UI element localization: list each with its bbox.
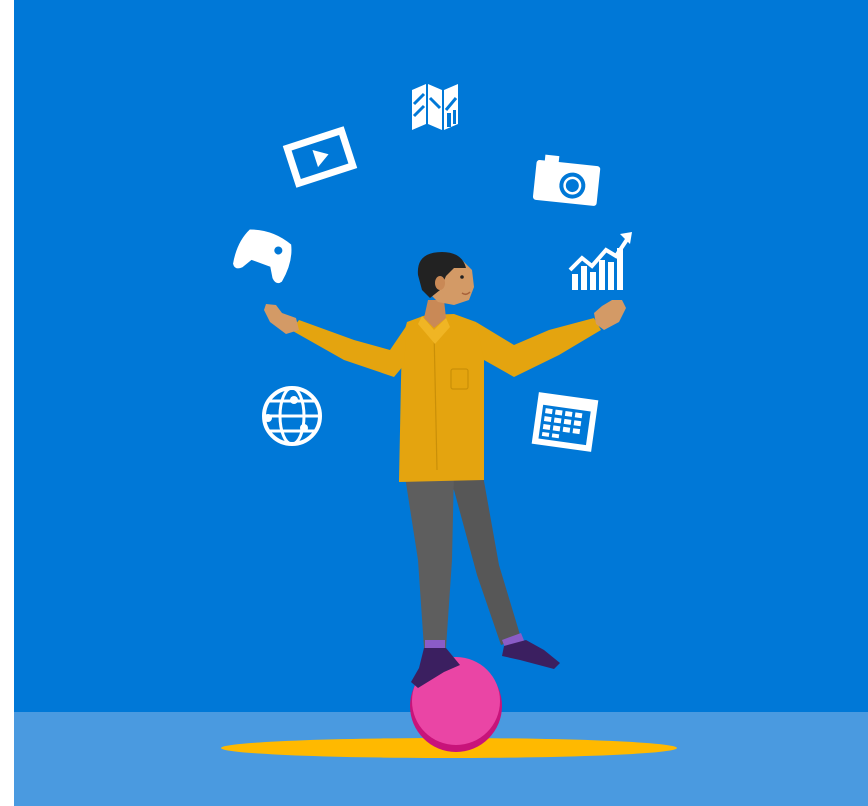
calendar-icon (531, 392, 599, 452)
left-border (0, 0, 14, 806)
hero-illustration (14, 0, 868, 806)
map-icon (412, 84, 458, 130)
